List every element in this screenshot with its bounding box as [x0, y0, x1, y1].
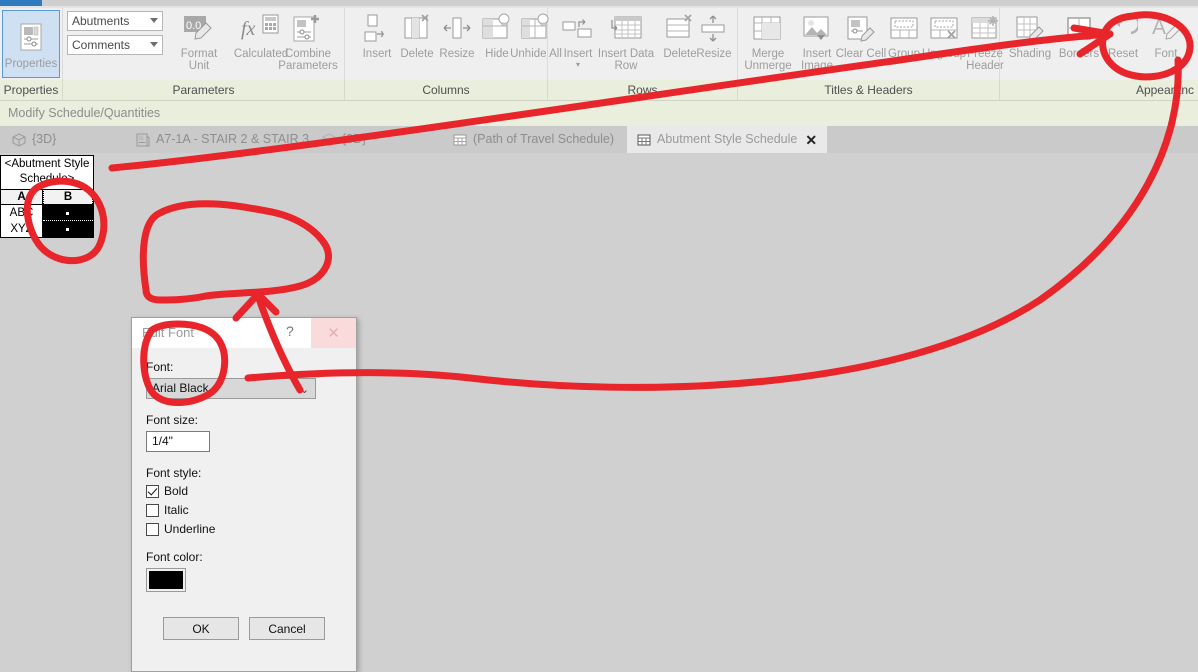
schedule-icon	[637, 134, 651, 146]
group-caption-parameters: Parameters	[63, 80, 345, 100]
font-size-input[interactable]: 1/4"	[146, 431, 210, 452]
italic-checkbox[interactable]: Italic	[146, 503, 342, 517]
ribbon: Properties Abutments Comments 0.0 Format…	[0, 8, 1198, 81]
chevron-down-icon	[150, 42, 158, 47]
chevron-down-icon	[150, 18, 158, 23]
underline-checkbox-label: Underline	[164, 522, 216, 536]
table-row[interactable]: XYZ	[1, 221, 93, 237]
schedule-table[interactable]: <Abutment Style Schedule> A B ABC XYZ	[0, 155, 94, 238]
parameter-category-combo[interactable]: Abutments	[67, 11, 163, 31]
font-color-field-label: Font color:	[146, 550, 203, 564]
view-tab-label: (Path of Travel Schedule)	[473, 132, 615, 146]
ribbon-group-properties: Properties	[0, 8, 63, 80]
combine-parameters-button[interactable]: Combine Parameters	[278, 10, 338, 72]
contextual-tab-bar: Modify Schedule/Quantities	[0, 101, 1198, 126]
view-tab-abutment-style[interactable]: Abutment Style Schedule ✕	[627, 126, 828, 153]
dialog-title: Edit Font	[142, 325, 195, 340]
rows-insert-data-row-label: Insert Data Row	[597, 48, 655, 72]
group-caption-properties: Properties	[0, 80, 63, 100]
close-icon[interactable]: ✕	[311, 318, 356, 348]
font-select[interactable]: Arial Black ⌄	[146, 378, 316, 399]
checkbox-box	[146, 484, 159, 498]
ribbon-group-captions: Properties Parameters Columns Rows Title…	[0, 80, 1198, 101]
ribbon-group-parameters: Abutments Comments 0.0 Format Unit fx Ca…	[63, 8, 345, 80]
view-tab-label: A7-1A - STAIR 2 & STAIR 3	[156, 132, 310, 146]
ribbon-group-columns: Insert Delete Resize Hide Unhide All	[345, 8, 562, 80]
underline-checkbox[interactable]: Underline	[146, 522, 342, 536]
view-tab-label: {3D}	[32, 132, 57, 146]
schedule-title: <Abutment Style Schedule>	[1, 156, 93, 190]
font-select-value: Arial Black	[152, 381, 209, 395]
font-style-field-label: Font style:	[146, 466, 202, 480]
schedule-icon	[453, 134, 467, 146]
view-tab-label: {3D}	[342, 132, 367, 146]
checkbox-box	[146, 522, 159, 536]
rows-resize-label: Resize	[696, 48, 732, 60]
format-unit-icon: 0.0	[169, 10, 229, 48]
view-tab-3d-2[interactable]: {3D}	[312, 126, 376, 153]
ok-button[interactable]: OK	[163, 617, 239, 640]
svg-text:A: A	[1152, 16, 1166, 39]
drawing-canvas[interactable]: <Abutment Style Schedule> A B ABC XYZ Ed…	[0, 153, 1198, 672]
table-row[interactable]: ABC	[1, 205, 93, 221]
edit-font-dialog[interactable]: Edit Font ? ✕ Font: Arial Black ⌄ Font s…	[131, 317, 357, 672]
help-icon[interactable]: ?	[286, 323, 294, 339]
format-unit-button[interactable]: 0.0 Format Unit	[169, 10, 229, 72]
sheet-icon	[136, 133, 150, 147]
svg-text:fx: fx	[241, 18, 256, 40]
properties-button[interactable]: Properties	[2, 10, 60, 78]
window-top-strip	[0, 0, 1198, 8]
rows-resize-button[interactable]: Resize	[684, 10, 744, 60]
font-color-value	[149, 571, 183, 589]
checkbox-box	[146, 503, 159, 517]
schedule-column-header-b[interactable]: B	[43, 190, 93, 205]
dialog-title-bar: Edit Font ? ✕	[132, 318, 356, 348]
bold-checkbox[interactable]: Bold	[146, 484, 342, 498]
schedule-cell-b1[interactable]	[43, 205, 93, 221]
schedule-cell-b2[interactable]	[43, 221, 93, 237]
cube-icon	[12, 132, 26, 147]
schedule-header-row: A B	[1, 190, 93, 205]
group-caption-rows: Rows	[548, 80, 738, 100]
cancel-button[interactable]: Cancel	[249, 617, 325, 640]
cube-icon	[322, 132, 336, 147]
group-caption-columns: Columns	[345, 80, 548, 100]
font-size-field-label: Font size:	[146, 413, 199, 427]
parameter-field-combo[interactable]: Comments	[67, 35, 163, 55]
font-A-pencil-icon: A	[1136, 10, 1196, 48]
view-tab-a71a-stair[interactable]: A7-1A - STAIR 2 & STAIR 3	[126, 126, 319, 153]
font-field-label: Font:	[146, 360, 174, 374]
combine-parameters-label: Combine Parameters	[278, 48, 338, 72]
view-tab-bar: {3D} A7-1A - STAIR 2 & STAIR 3 {3D} (Pat…	[0, 126, 1198, 154]
chevron-down-icon: ⌄	[299, 384, 309, 396]
ribbon-group-titles-headers: Merge Unmerge Insert Image Clear Cell Gr…	[738, 8, 1004, 80]
view-tab-close-icon[interactable]: ✕	[805, 133, 817, 147]
bold-checkbox-label: Bold	[164, 484, 189, 498]
group-caption-titles-headers: Titles & Headers	[738, 80, 1000, 100]
view-tab-label: Abutment Style Schedule	[657, 132, 798, 146]
font-button[interactable]: A Font	[1136, 10, 1196, 60]
view-tab-path-of-travel[interactable]: (Path of Travel Schedule)	[443, 126, 624, 153]
format-unit-label: Format Unit	[180, 48, 218, 72]
ribbon-group-appearance: Shading Borders Reset A Font	[1000, 8, 1198, 80]
properties-icon	[18, 18, 44, 56]
contextual-tab-label: Modify Schedule/Quantities	[8, 106, 161, 120]
view-tab-3d-1[interactable]: {3D}	[2, 126, 66, 153]
font-color-swatch[interactable]	[146, 568, 186, 592]
insert-data-row-icon	[596, 10, 656, 48]
italic-checkbox-label: Italic	[164, 503, 189, 517]
rows-insert-data-row-button[interactable]: Insert Data Row	[596, 10, 656, 72]
properties-button-label: Properties	[4, 58, 58, 70]
font-label: Font	[1154, 48, 1178, 60]
row-resize-icon	[684, 10, 744, 48]
ribbon-group-rows: Insert ▾ Insert Data Row Delete Resize	[548, 8, 738, 80]
schedule-cell-a2[interactable]: XYZ	[1, 221, 43, 237]
combine-parameters-icon	[278, 10, 338, 48]
schedule-column-header-a[interactable]: A	[1, 190, 43, 205]
dialog-body: Font: Arial Black ⌄ Font size: 1/4" Font…	[132, 348, 356, 640]
group-caption-appearance: Appearanc	[1135, 83, 1194, 97]
schedule-cell-a1[interactable]: ABC	[1, 205, 43, 221]
